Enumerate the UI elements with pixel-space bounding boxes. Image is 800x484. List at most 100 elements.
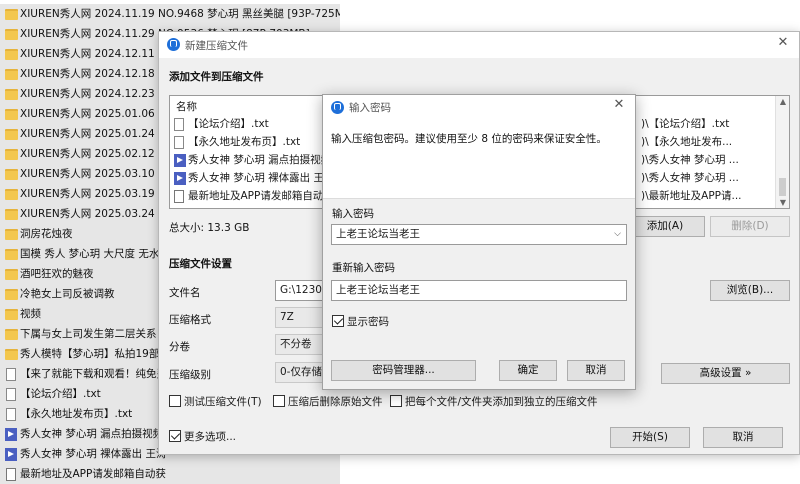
folder-icon [5,29,18,40]
folder-icon [5,89,18,100]
file-path: )\【论坛介绍】.txt [641,118,730,130]
folder-icon [5,109,18,120]
add-files-heading: 添加文件到压缩文件 [169,71,264,83]
browse-button[interactable]: 浏览(B)... [710,280,790,301]
list-item-label: XIUREN秀人网 2025.01.06 NO [20,108,175,120]
test-archive-label: 测试压缩文件(T) [184,396,262,408]
list-item-label: XIUREN秀人网 2025.03.10 NO [20,168,175,180]
list-item-label: 秀人女神 梦心玥 裸体露出 王涛 [20,448,167,460]
show-password-checkbox[interactable]: 显示密码 [332,315,389,329]
confirm-password-input[interactable]: 上老王论坛当老王 [331,280,627,301]
list-item-label: XIUREN秀人网 2024.11.19 NO.9468 梦心玥 黑丝美腿 [9… [20,8,340,20]
list-item-label: 【论坛介绍】.txt [20,388,101,400]
password-value: 上老王论坛当老王 [336,228,420,240]
list-item-label: XIUREN秀人网 2024.12.23 NO [20,88,175,100]
table-row[interactable]: 【论坛介绍】.txt [174,115,269,133]
text-file-icon [6,468,16,481]
scroll-up-icon[interactable]: ▲ [776,97,789,106]
list-item-label: XIUREN秀人网 2025.01.24 NO [20,128,175,140]
list-item-label: 冷艳女上司反被调教 [20,288,115,300]
list-header-name[interactable]: 名称 [176,99,197,114]
test-archive-checkbox[interactable]: 测试压缩文件(T) [169,395,262,409]
password-titlebar: 输入密码 ✕ [323,95,635,119]
list-item-label: 秀人模特【梦心玥】私拍19部 [20,348,160,360]
checkbox-unchecked[interactable] [390,395,402,407]
checkbox-checked[interactable] [332,315,344,327]
level-select[interactable]: 0-仅存储 [275,362,325,383]
app-lock-icon [167,38,180,51]
password-label: 输入密码 [332,208,374,220]
password-cancel-button[interactable]: 取消 [567,360,625,381]
confirm-password-label: 重新输入密码 [332,262,395,274]
password-description-panel: 输入压缩包密码。建议使用至少 8 位的密码来保证安全性。 [323,119,635,199]
main-cancel-button[interactable]: 取消 [703,427,783,448]
chevron-down-icon[interactable]: ⌵ [614,225,621,244]
list-item-label: 洞房花烛夜 [20,228,73,240]
folder-icon [5,189,18,200]
separate-archives-checkbox[interactable]: 把每个文件/文件夹添加到独立的压缩文件 [390,395,598,409]
list-item-label: XIUREN秀人网 2025.03.24 NO [20,208,175,220]
folder-icon [5,69,18,80]
list-item-label: 国模 秀人 梦心玥 大尺度 无水印 [20,248,170,260]
checkbox-unchecked[interactable] [273,395,285,407]
scroll-down-icon[interactable]: ▼ [776,198,789,207]
scroll-thumb[interactable] [779,178,786,196]
format-select[interactable]: 7Z [275,307,325,328]
more-options-checkbox[interactable]: 更多选项... [169,430,236,444]
add-button[interactable]: 添加(A) [625,216,705,237]
table-row[interactable]: 秀人女神 梦心玥 漏点拍摄视频, [174,151,335,169]
table-row[interactable]: 最新地址及APP请发邮箱自动获 [174,187,334,205]
video-file-icon [5,448,17,461]
folder-icon [5,329,18,340]
split-select[interactable]: 不分卷 [275,334,325,355]
folder-icon [5,129,18,140]
checkbox-unchecked[interactable] [169,395,181,407]
list-item-label: XIUREN秀人网 2024.12.18 NO [20,68,175,80]
checkbox-checked[interactable] [169,430,181,442]
close-icon[interactable]: ✕ [775,35,791,50]
list-item-label: 酒吧狂欢的魅夜 [20,268,94,280]
password-dialog: 输入密码 ✕ 输入压缩包密码。建议使用至少 8 位的密码来保证安全性。 输入密码… [322,94,636,390]
delete-original-checkbox[interactable]: 压缩后删除原始文件 [273,395,383,409]
close-icon[interactable]: ✕ [611,97,627,112]
format-label: 压缩格式 [169,314,211,326]
separate-archives-label: 把每个文件/文件夹添加到独立的压缩文件 [405,396,598,408]
delete-original-label: 压缩后删除原始文件 [288,396,383,408]
text-file-icon [174,136,184,149]
list-item[interactable]: XIUREN秀人网 2024.11.19 NO.9468 梦心玥 黑丝美腿 [9… [0,4,340,24]
list-item-label: 最新地址及APP请发邮箱自动获 [20,468,166,480]
list-item-label: XIUREN秀人网 2024.12.11 NO [20,48,175,60]
file-name: 【永久地址发布页】.txt [188,136,301,148]
file-name: 秀人女神 梦心玥 裸体露出 王涛 [188,172,335,184]
app-lock-icon [331,101,344,114]
password-manager-button[interactable]: 密码管理器... [331,360,476,381]
password-description: 输入压缩包密码。建议使用至少 8 位的密码来保证安全性。 [331,133,607,145]
list-item[interactable]: 最新地址及APP请发邮箱自动获 [0,464,340,484]
table-row[interactable]: 秀人女神 梦心玥 裸体露出 王涛 [174,169,335,187]
advanced-settings-button[interactable]: 高级设置 » [661,363,790,384]
ok-button[interactable]: 确定 [499,360,557,381]
folder-icon [5,229,18,240]
more-options-label: 更多选项... [184,431,237,443]
password-dialog-title: 输入密码 [349,102,391,114]
list-item-label: 下属与女上司发生第二层关系 [20,328,157,340]
split-label: 分卷 [169,341,190,353]
start-button[interactable]: 开始(S) [610,427,690,448]
video-file-icon [5,428,17,441]
delete-button[interactable]: 删除(D) [710,216,790,237]
folder-icon [5,289,18,300]
folder-icon [5,49,18,60]
file-list-scrollbar[interactable]: ▲ ▼ [775,96,789,208]
list-item-label: XIUREN秀人网 2025.02.12 NO [20,148,175,160]
file-path: )\秀人女神 梦心玥 ... [641,172,739,184]
folder-icon [5,349,18,360]
text-file-icon [6,408,16,421]
text-file-icon [6,368,16,381]
password-input[interactable]: 上老王论坛当老王 ⌵ [331,224,627,245]
filename-label: 文件名 [169,287,201,299]
table-row[interactable]: 【永久地址发布页】.txt [174,133,300,151]
settings-heading: 压缩文件设置 [169,258,232,270]
folder-icon [5,249,18,260]
folder-icon [5,169,18,180]
total-size: 总大小: 13.3 GB [169,222,250,234]
